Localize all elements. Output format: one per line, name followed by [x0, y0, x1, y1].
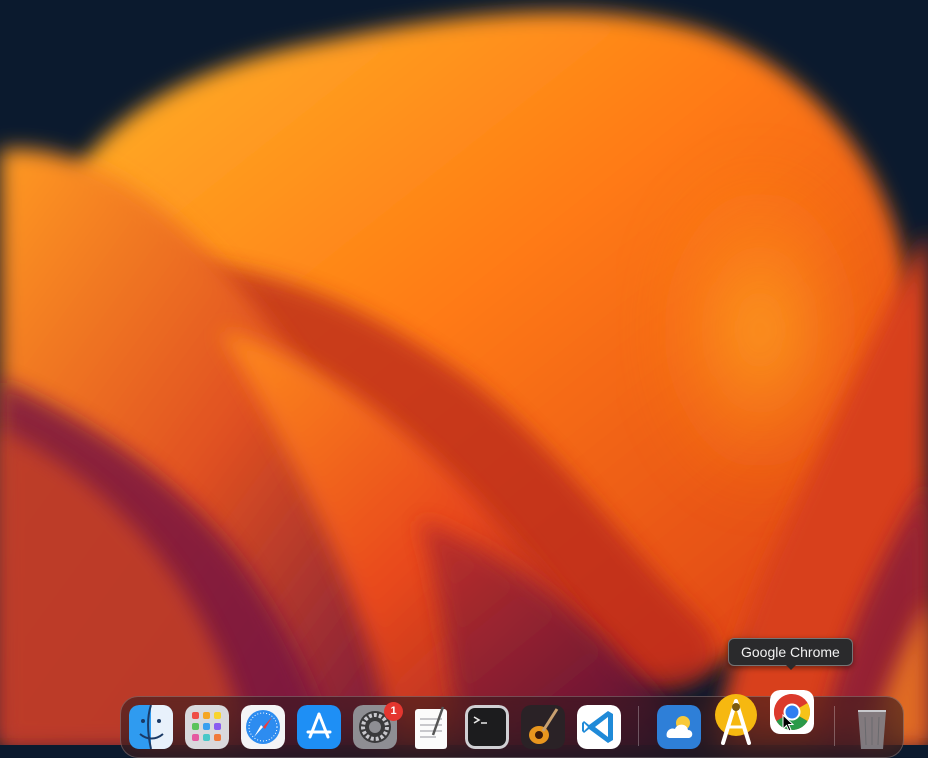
finder-icon[interactable]	[129, 705, 173, 749]
dock-separator	[638, 706, 639, 746]
launchpad-icon[interactable]	[185, 705, 229, 749]
android-studio-icon[interactable]	[713, 693, 759, 745]
garageband-icon[interactable]	[521, 705, 565, 749]
dock-tooltip: Google Chrome	[728, 638, 853, 666]
textedit-icon[interactable]	[409, 705, 453, 749]
notification-badge: 1	[384, 702, 403, 721]
app-store-icon[interactable]	[297, 705, 341, 749]
safari-icon[interactable]	[241, 705, 285, 749]
terminal-icon[interactable]	[465, 705, 509, 749]
mouse-cursor-icon	[782, 714, 794, 732]
desktop-wallpaper	[0, 0, 928, 745]
trash-icon[interactable]	[850, 705, 894, 749]
tooltip-arrow	[785, 664, 797, 670]
vscode-icon[interactable]	[577, 705, 621, 749]
weather-icon[interactable]	[657, 705, 701, 749]
dock-separator	[834, 706, 835, 746]
